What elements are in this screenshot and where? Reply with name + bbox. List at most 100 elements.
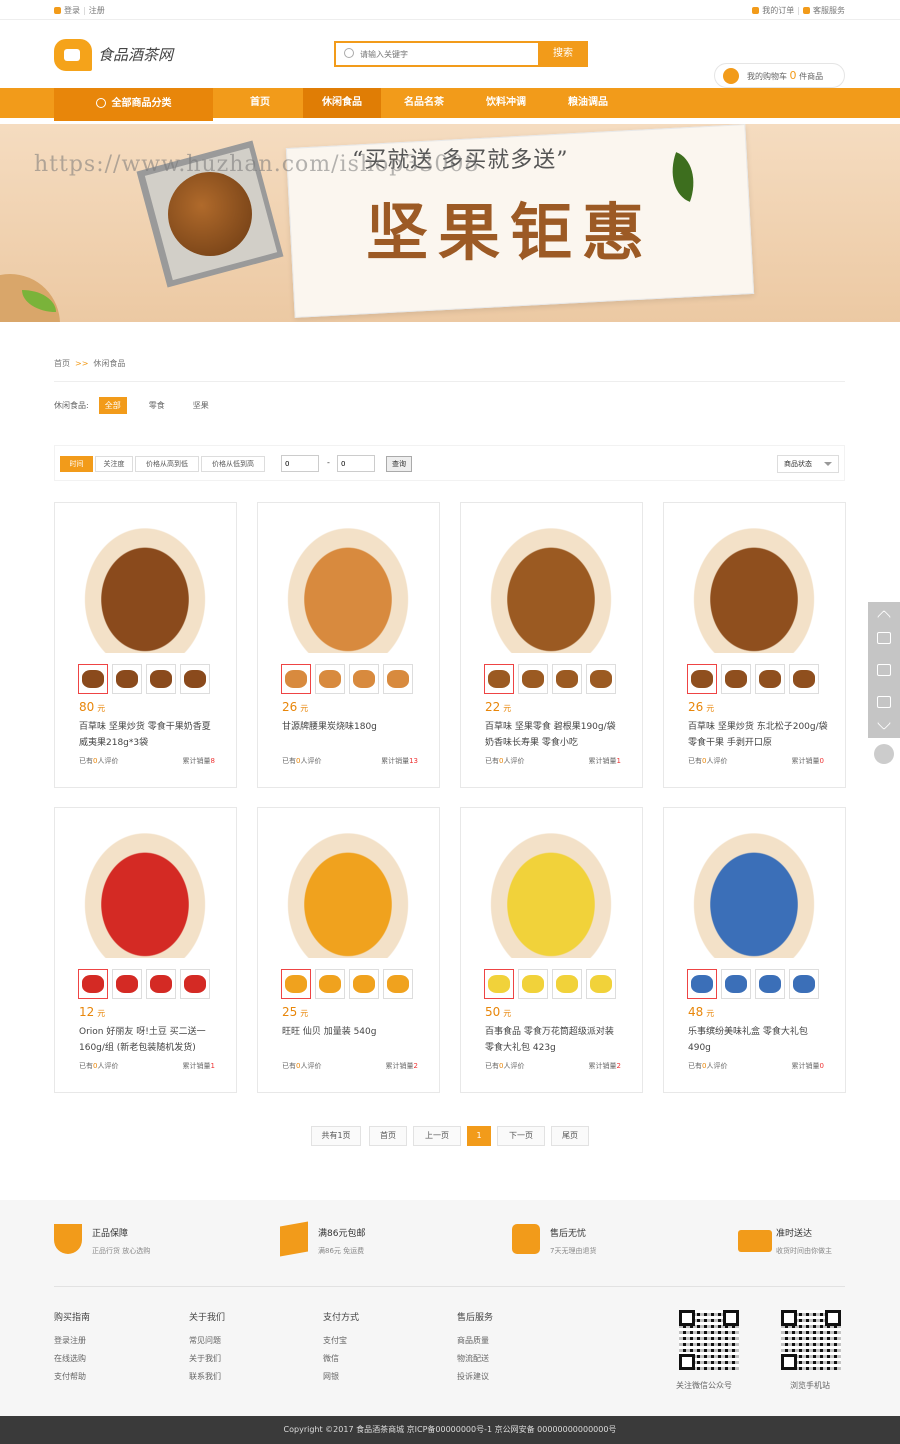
product-thumbnail[interactable] bbox=[552, 664, 582, 694]
footer-link[interactable]: 联系我们 bbox=[189, 1371, 225, 1382]
product-card[interactable]: 25 元 旺旺 仙贝 加量装 540g 已有0人评价 累计销量2 bbox=[257, 807, 440, 1093]
all-categories-button[interactable]: 全部商品分类 bbox=[54, 88, 213, 121]
nav-item-home[interactable]: 首页 bbox=[221, 88, 299, 118]
product-thumbnail[interactable] bbox=[146, 969, 176, 999]
sort-price-desc-button[interactable]: 价格从高到低 bbox=[135, 456, 199, 472]
product-thumbnail[interactable] bbox=[281, 969, 311, 999]
product-thumbnail[interactable] bbox=[180, 664, 210, 694]
footer-link[interactable]: 登录注册 bbox=[54, 1335, 90, 1346]
product-thumbnail[interactable] bbox=[315, 664, 345, 694]
product-image[interactable] bbox=[483, 824, 619, 958]
footer-link[interactable]: 支付宝 bbox=[323, 1335, 359, 1346]
price-min-input[interactable] bbox=[281, 455, 319, 472]
phone-icon[interactable] bbox=[877, 632, 891, 644]
customer-service-link[interactable]: 客服服务 bbox=[813, 6, 845, 15]
product-name[interactable]: 百事食品 零食万花筒超级派对装 零食大礼包 423g bbox=[485, 1024, 625, 1058]
footer-link[interactable]: 常见问题 bbox=[189, 1335, 225, 1346]
filter-option-all[interactable]: 全部 bbox=[98, 397, 127, 414]
product-thumbnail[interactable] bbox=[180, 969, 210, 999]
product-card[interactable]: 26 元 百草味 坚果炒货 东北松子200g/袋 零食干果 手剥开口原 已有0人评… bbox=[663, 502, 846, 788]
footer-link[interactable]: 投诉建议 bbox=[457, 1371, 493, 1382]
breadcrumb-home[interactable]: 首页 bbox=[54, 359, 70, 368]
promo-banner[interactable]: “买就送 多买就多送” 坚果钜惠 https://www.huzhan.com/… bbox=[0, 124, 900, 322]
search-button[interactable]: 搜索 bbox=[538, 41, 588, 67]
product-thumbnail[interactable] bbox=[552, 969, 582, 999]
product-thumbnail[interactable] bbox=[78, 664, 108, 694]
product-image[interactable] bbox=[280, 519, 416, 653]
product-thumbnail[interactable] bbox=[281, 664, 311, 694]
product-card[interactable]: 48 元 乐事缤纷美味礼盒 零食大礼包 490g 已有0人评价 累计销量0 bbox=[663, 807, 846, 1093]
footer-link[interactable]: 商品质量 bbox=[457, 1335, 493, 1346]
product-thumbnail[interactable] bbox=[789, 969, 819, 999]
footer-link[interactable]: 关于我们 bbox=[189, 1353, 225, 1364]
product-thumbnail[interactable] bbox=[349, 664, 379, 694]
nav-item-tea[interactable]: 名品名茶 bbox=[385, 88, 463, 118]
product-thumbnail[interactable] bbox=[78, 969, 108, 999]
register-link[interactable]: 注册 bbox=[89, 6, 105, 15]
product-thumbnail[interactable] bbox=[315, 969, 345, 999]
product-thumbnail[interactable] bbox=[586, 664, 616, 694]
search-input[interactable] bbox=[360, 46, 530, 62]
pager-prev-button[interactable]: 上一页 bbox=[413, 1126, 461, 1146]
product-name[interactable]: 百草味 坚果零食 碧根果190g/袋 奶香味长寿果 零食小吃 bbox=[485, 719, 625, 753]
product-thumbnail[interactable] bbox=[146, 664, 176, 694]
mail-icon[interactable] bbox=[877, 696, 891, 708]
product-thumbnail[interactable] bbox=[112, 969, 142, 999]
filter-option-snacks[interactable]: 零食 bbox=[143, 397, 171, 414]
product-thumbnail[interactable] bbox=[687, 969, 717, 999]
edit-icon[interactable] bbox=[877, 664, 891, 676]
login-link[interactable]: 登录 bbox=[64, 6, 80, 15]
product-image[interactable] bbox=[77, 824, 213, 958]
product-thumbnail[interactable] bbox=[687, 664, 717, 694]
sort-by-attention-button[interactable]: 关注度 bbox=[95, 456, 133, 472]
product-card[interactable]: 26 元 甘源牌腰果炭烧味180g 已有0人评价 累计销量13 bbox=[257, 502, 440, 788]
footer-link[interactable]: 物流配送 bbox=[457, 1353, 493, 1364]
product-status-select[interactable]: 商品状态 bbox=[777, 455, 839, 473]
product-name[interactable]: 百草味 坚果炒货 东北松子200g/袋 零食干果 手剥开口原 bbox=[688, 719, 828, 753]
pager-last-button[interactable]: 尾页 bbox=[551, 1126, 589, 1146]
product-name[interactable]: Orion 好丽友 呀!土豆 买二送一160g/组 (新老包装随机发货) bbox=[79, 1024, 219, 1058]
product-card[interactable]: 50 元 百事食品 零食万花筒超级派对装 零食大礼包 423g 已有0人评价 累计… bbox=[460, 807, 643, 1093]
product-thumbnail[interactable] bbox=[721, 969, 751, 999]
product-thumbnail[interactable] bbox=[518, 664, 548, 694]
cart-button[interactable]: 我的购物车 0 件商品 bbox=[714, 63, 845, 88]
product-thumbnail[interactable] bbox=[112, 664, 142, 694]
product-image[interactable] bbox=[686, 519, 822, 653]
filter-option-nuts[interactable]: 坚果 bbox=[187, 397, 215, 414]
footer-link[interactable]: 在线选购 bbox=[54, 1353, 90, 1364]
product-thumbnail[interactable] bbox=[349, 969, 379, 999]
sort-price-asc-button[interactable]: 价格从低到高 bbox=[201, 456, 265, 472]
footer-link[interactable]: 支付帮助 bbox=[54, 1371, 90, 1382]
my-orders-link[interactable]: 我的订单 bbox=[762, 6, 794, 15]
product-name[interactable]: 甘源牌腰果炭烧味180g bbox=[282, 719, 422, 753]
product-thumbnail[interactable] bbox=[586, 969, 616, 999]
product-image[interactable] bbox=[686, 824, 822, 958]
product-thumbnail[interactable] bbox=[484, 969, 514, 999]
product-image[interactable] bbox=[280, 824, 416, 958]
product-thumbnail[interactable] bbox=[383, 664, 413, 694]
product-card[interactable]: 12 元 Orion 好丽友 呀!土豆 买二送一160g/组 (新老包装随机发货)… bbox=[54, 807, 237, 1093]
scroll-down-icon[interactable] bbox=[876, 715, 892, 731]
nav-item-grain-oil[interactable]: 粮油调品 bbox=[549, 88, 627, 118]
close-sidebar-icon[interactable] bbox=[874, 744, 894, 764]
sort-by-time-button[interactable]: 时间 bbox=[60, 456, 93, 472]
product-thumbnail[interactable] bbox=[518, 969, 548, 999]
product-image[interactable] bbox=[77, 519, 213, 653]
product-name[interactable]: 百草味 坚果炒货 零食干果奶香夏威夷果218g*3袋 bbox=[79, 719, 219, 753]
product-name[interactable]: 乐事缤纷美味礼盒 零食大礼包 490g bbox=[688, 1024, 828, 1058]
pager-next-button[interactable]: 下一页 bbox=[497, 1126, 545, 1146]
scroll-up-icon[interactable] bbox=[876, 609, 892, 625]
site-logo[interactable]: 食品酒茶网 bbox=[54, 34, 194, 74]
product-name[interactable]: 旺旺 仙贝 加量装 540g bbox=[282, 1024, 422, 1058]
footer-link[interactable]: 网银 bbox=[323, 1371, 359, 1382]
product-thumbnail[interactable] bbox=[383, 969, 413, 999]
product-card[interactable]: 22 元 百草味 坚果零食 碧根果190g/袋 奶香味长寿果 零食小吃 已有0人评… bbox=[460, 502, 643, 788]
product-thumbnail[interactable] bbox=[484, 664, 514, 694]
nav-item-drinks[interactable]: 饮料冲调 bbox=[467, 88, 545, 118]
product-image[interactable] bbox=[483, 519, 619, 653]
price-max-input[interactable] bbox=[337, 455, 375, 472]
product-thumbnail[interactable] bbox=[721, 664, 751, 694]
price-query-button[interactable]: 查询 bbox=[386, 456, 412, 472]
product-thumbnail[interactable] bbox=[789, 664, 819, 694]
footer-link[interactable]: 微信 bbox=[323, 1353, 359, 1364]
